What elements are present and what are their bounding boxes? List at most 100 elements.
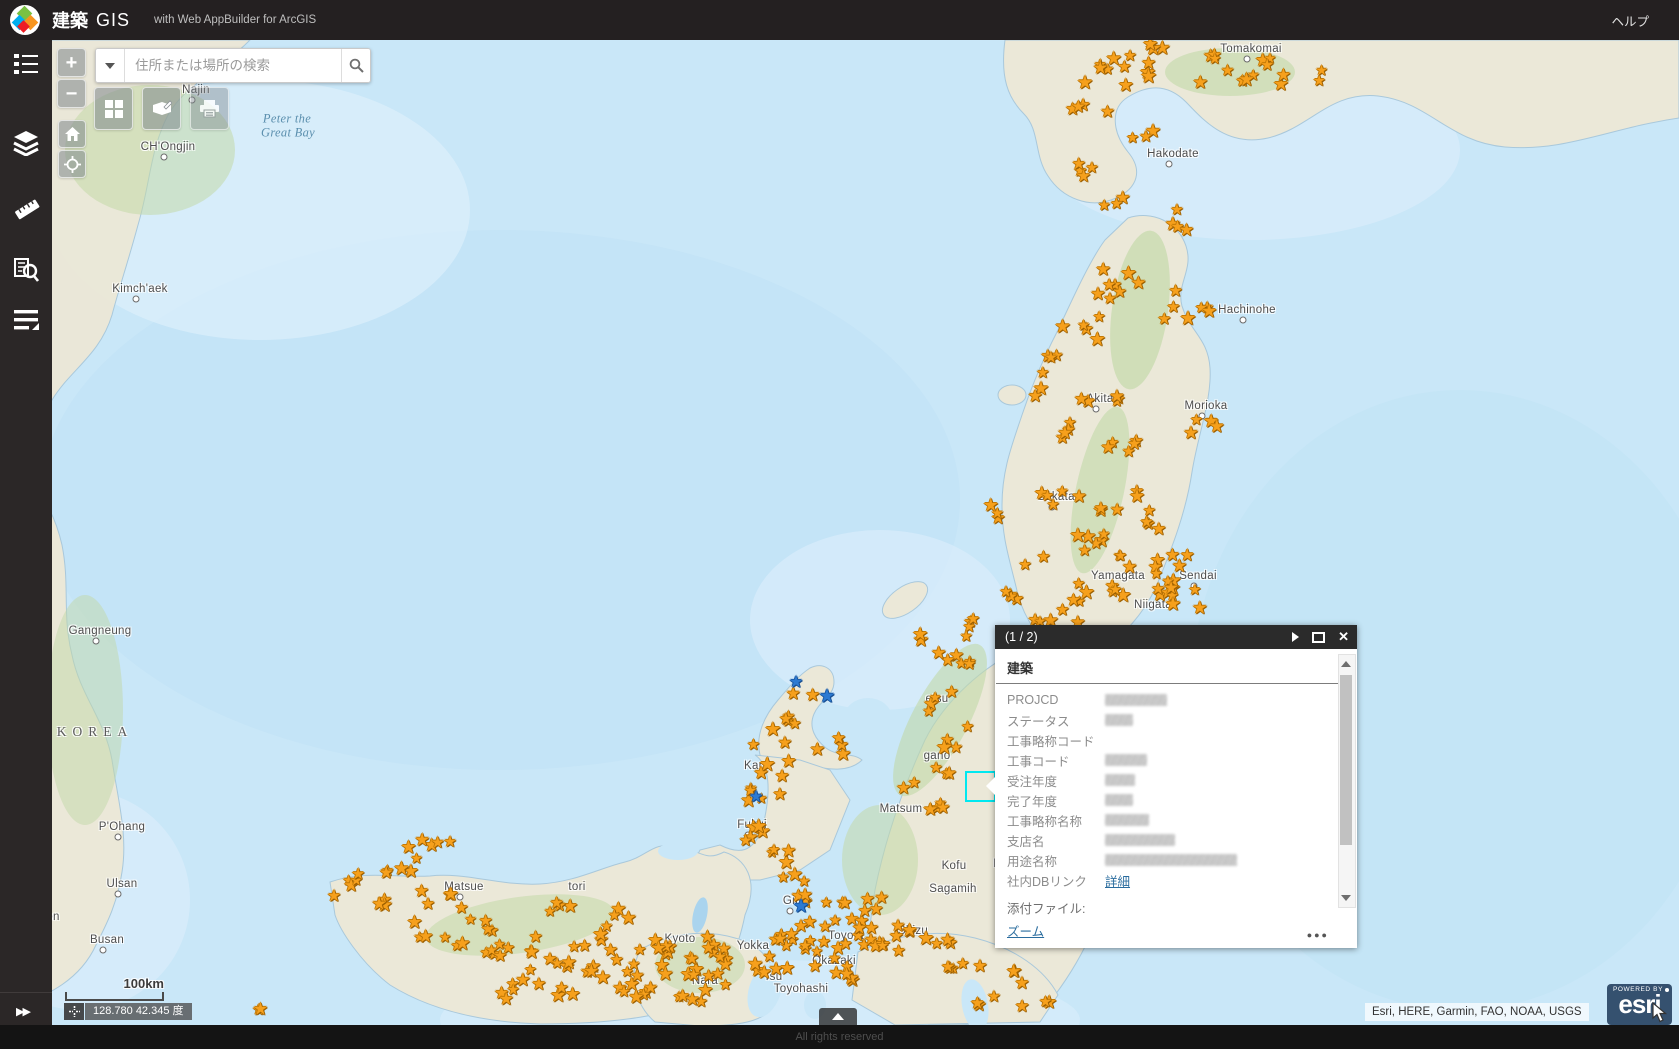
feature-star[interactable]: ★: [1077, 319, 1090, 333]
zoom-in-button[interactable]: +: [57, 48, 86, 77]
feature-star[interactable]: ★: [1074, 392, 1089, 409]
feature-star[interactable]: ★: [1078, 543, 1092, 559]
feature-star[interactable]: ★: [1172, 557, 1188, 574]
home-button[interactable]: [58, 120, 86, 148]
feature-star[interactable]: ★: [779, 712, 793, 728]
feature-star[interactable]: ★: [1151, 520, 1166, 537]
feature-star[interactable]: ★: [961, 721, 974, 736]
scroll-down-arrow[interactable]: [1339, 889, 1353, 907]
feature-star[interactable]: ★: [1093, 59, 1108, 76]
feature-star[interactable]: ★: [858, 903, 873, 919]
feature-star[interactable]: ★: [1071, 99, 1086, 115]
popup-close-button[interactable]: ✕: [1338, 629, 1349, 645]
feature-star[interactable]: ★: [1077, 74, 1094, 93]
feature-star[interactable]: ★: [1114, 549, 1127, 564]
feature-star[interactable]: ★: [1095, 261, 1111, 279]
sidebar-item-measure[interactable]: [13, 196, 39, 222]
feature-star[interactable]: ★: [777, 871, 790, 885]
feature-star[interactable]: ★: [464, 913, 477, 927]
feature-star[interactable]: ★: [1131, 274, 1147, 292]
feature-star[interactable]: ★: [555, 980, 569, 996]
feature-star[interactable]: ★: [1036, 550, 1050, 566]
feature-star[interactable]: ★: [940, 932, 956, 949]
feature-star[interactable]: ★: [608, 909, 621, 924]
map-canvas[interactable]: NajinCH'OngjinKimch'aekGangneungP'Ohanga…: [0, 0, 1679, 1049]
feature-star[interactable]: ★: [966, 612, 980, 628]
feature-star[interactable]: ★: [759, 756, 776, 775]
feature-star[interactable]: ★: [944, 684, 958, 700]
popup-next-feature-button[interactable]: [1292, 632, 1299, 642]
feature-star[interactable]: ★: [253, 1002, 268, 1019]
feature-star[interactable]: ★: [1170, 203, 1183, 218]
sidebar-item-legend[interactable]: [13, 52, 39, 78]
feature-star[interactable]: ★: [747, 955, 763, 973]
feature-star[interactable]: ★: [713, 950, 727, 966]
feature-star[interactable]: ★: [941, 765, 957, 783]
feature-star[interactable]: ★: [1193, 74, 1209, 92]
feature-star[interactable]: ★: [739, 834, 753, 850]
feature-star[interactable]: ★: [627, 957, 640, 972]
feature-star[interactable]: ★: [443, 836, 456, 851]
feature-star[interactable]: ★: [351, 867, 365, 883]
feature-star[interactable]: ★: [750, 818, 767, 837]
feature-star[interactable]: ★: [1015, 999, 1030, 1016]
feature-star[interactable]: ★: [1041, 489, 1054, 504]
feature-star-blue[interactable]: ★: [793, 897, 810, 915]
search-input[interactable]: [125, 49, 341, 82]
sidebar-item-query[interactable]: [13, 257, 39, 283]
feature-star[interactable]: ★: [820, 896, 833, 910]
feature-star[interactable]: ★: [891, 944, 905, 960]
feature-star[interactable]: ★: [774, 769, 789, 786]
scrollbar-thumb[interactable]: [1340, 675, 1352, 845]
feature-star[interactable]: ★: [1110, 198, 1123, 213]
feature-star[interactable]: ★: [991, 506, 1004, 520]
feature-star[interactable]: ★: [1089, 330, 1106, 349]
feature-star[interactable]: ★: [1201, 302, 1217, 320]
search-source-dropdown[interactable]: [96, 49, 125, 82]
feature-star[interactable]: ★: [941, 960, 955, 976]
feature-star[interactable]: ★: [922, 705, 935, 719]
feature-star[interactable]: ★: [1141, 55, 1156, 72]
feature-star[interactable]: ★: [1056, 484, 1069, 499]
feature-star[interactable]: ★: [418, 928, 434, 946]
feature-star[interactable]: ★: [781, 842, 797, 860]
feature-star[interactable]: ★: [1127, 437, 1141, 453]
feature-star[interactable]: ★: [1276, 67, 1291, 84]
feature-star[interactable]: ★: [327, 889, 341, 905]
feature-star[interactable]: ★: [560, 953, 577, 972]
feature-star[interactable]: ★: [1039, 996, 1052, 1011]
feature-star[interactable]: ★: [936, 738, 953, 757]
feature-star[interactable]: ★: [401, 839, 417, 857]
feature-star[interactable]: ★: [1098, 199, 1111, 214]
feature-star[interactable]: ★: [1208, 52, 1221, 67]
feature-star[interactable]: ★: [1109, 388, 1125, 406]
feature-star[interactable]: ★: [779, 959, 795, 977]
print-button[interactable]: [190, 87, 229, 130]
feature-star[interactable]: ★: [987, 989, 1001, 1005]
feature-star[interactable]: ★: [499, 992, 514, 1009]
feature-star[interactable]: ★: [583, 963, 599, 981]
feature-star[interactable]: ★: [837, 895, 852, 912]
feature-star[interactable]: ★: [719, 979, 732, 994]
feature-star[interactable]: ★: [999, 586, 1012, 601]
feature-star[interactable]: ★: [1109, 583, 1122, 598]
feature-star[interactable]: ★: [1192, 599, 1208, 616]
sidebar-item-draw[interactable]: [13, 308, 39, 334]
feature-star[interactable]: ★: [393, 860, 410, 879]
search-button[interactable]: [341, 49, 370, 82]
feature-star[interactable]: ★: [1190, 413, 1203, 428]
locate-button[interactable]: [58, 150, 86, 178]
feature-star[interactable]: ★: [1179, 221, 1194, 238]
attribute-table-pull-tab[interactable]: [819, 1008, 857, 1025]
feature-star[interactable]: ★: [1143, 504, 1156, 519]
feature-star[interactable]: ★: [1126, 132, 1139, 147]
feature-star[interactable]: ★: [1071, 488, 1087, 506]
feature-star[interactable]: ★: [1097, 528, 1110, 543]
help-link[interactable]: ヘルプ: [1611, 11, 1649, 30]
zoom-to-feature-link[interactable]: ズーム: [1007, 921, 1044, 940]
feature-star[interactable]: ★: [479, 913, 494, 929]
feature-star[interactable]: ★: [657, 965, 674, 983]
feature-star[interactable]: ★: [839, 966, 854, 983]
feature-star[interactable]: ★: [439, 931, 452, 945]
feature-star[interactable]: ★: [962, 657, 976, 673]
